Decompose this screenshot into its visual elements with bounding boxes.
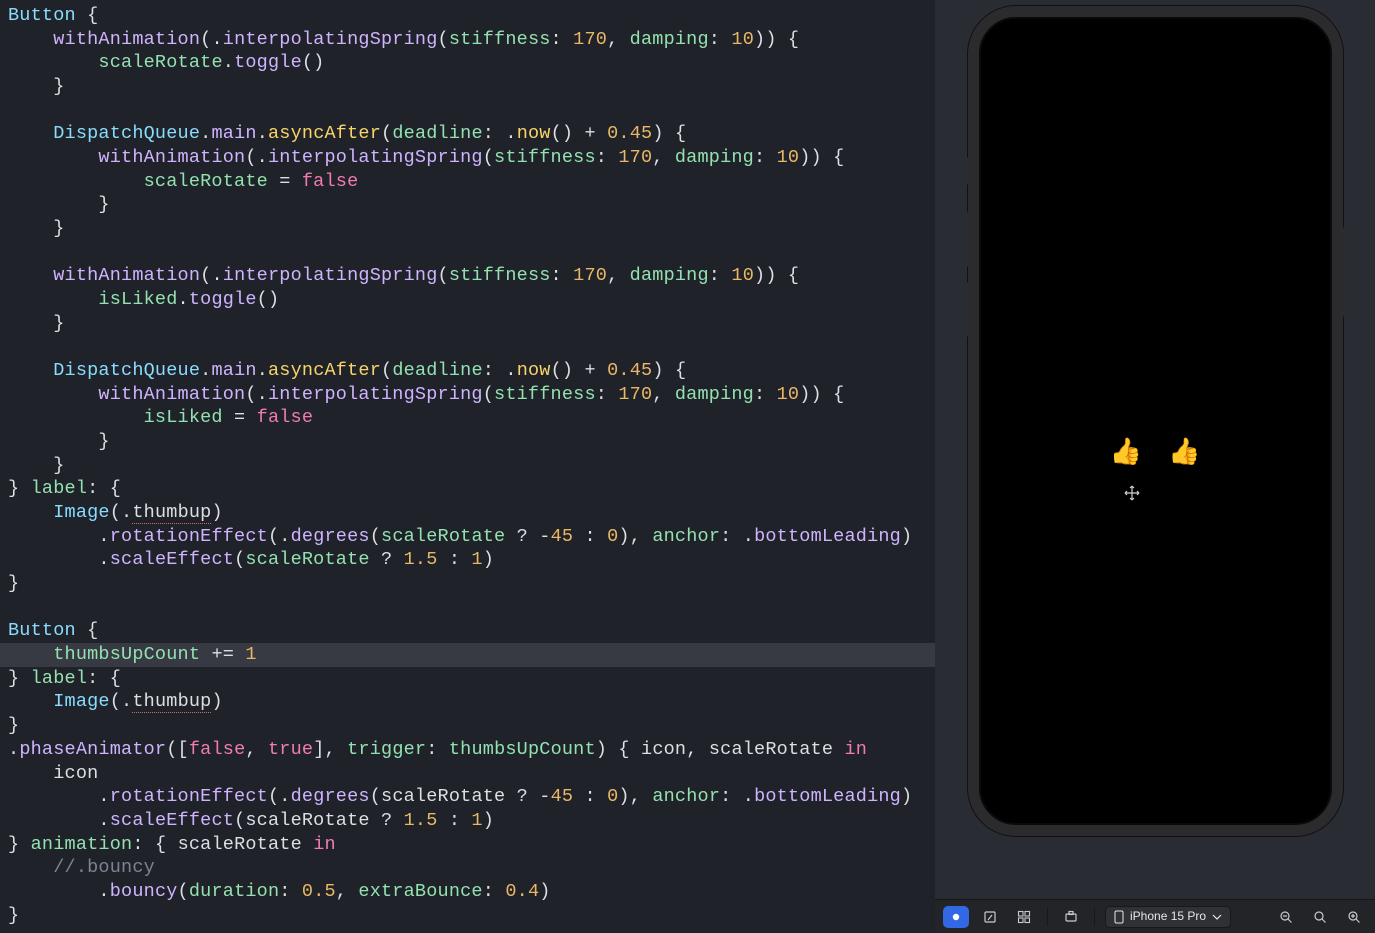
code-line: isLiked.toggle(): [8, 288, 927, 312]
thumbs-up-icon[interactable]: 👍: [1110, 437, 1142, 470]
thumbs-up-icon[interactable]: 👍: [1168, 437, 1200, 470]
code-line: [8, 335, 927, 359]
device-picker[interactable]: iPhone 15 Pro: [1105, 906, 1231, 928]
preview-toolbar: iPhone 15 Pro: [935, 899, 1375, 933]
code-line: } label: {: [8, 477, 927, 501]
zoom-in-button[interactable]: [1341, 906, 1367, 928]
code-line: }: [8, 217, 927, 241]
code-line: withAnimation(.interpolatingSpring(stiff…: [8, 28, 927, 52]
code-line: Button {: [8, 4, 927, 28]
code-line: }: [8, 714, 927, 738]
zoom-fit-button[interactable]: [1307, 906, 1333, 928]
code-line: .rotationEffect(.degrees(scaleRotate ? -…: [8, 525, 927, 549]
code-line: [8, 596, 927, 620]
device-settings-button[interactable]: [1058, 906, 1084, 928]
code-editor[interactable]: Button { withAnimation(.interpolatingSpr…: [0, 0, 935, 933]
code-line: isLiked = false: [8, 406, 927, 430]
code-line: DispatchQueue.main.asyncAfter(deadline: …: [8, 359, 927, 383]
separator: [1094, 908, 1095, 926]
code-line: }: [8, 904, 927, 928]
code-line: .rotationEffect(.degrees(scaleRotate ? -…: [8, 785, 927, 809]
code-line: icon: [8, 762, 927, 786]
code-line: withAnimation(.interpolatingSpring(stiff…: [8, 383, 927, 407]
preview-content: 👍 👍: [979, 437, 1332, 470]
code-line: }: [8, 454, 927, 478]
device-name-label: iPhone 15 Pro: [1130, 909, 1206, 924]
move-cursor-icon: [1124, 485, 1140, 501]
code-line: Image(.thumbup): [8, 501, 927, 525]
code-line: .scaleEffect(scaleRotate ? 1.5 : 1): [8, 548, 927, 572]
code-line: } animation: { scaleRotate in: [8, 833, 927, 857]
device-side-button: [965, 212, 968, 267]
code-line: Image(.thumbup): [8, 690, 927, 714]
code-line: [8, 241, 927, 265]
code-line: DispatchQueue.main.asyncAfter(deadline: …: [8, 122, 927, 146]
code-line: .bouncy(duration: 0.5, extraBounce: 0.4): [8, 880, 927, 904]
code-line: Button {: [8, 619, 927, 643]
code-line: }: [8, 75, 927, 99]
code-line: scaleRotate.toggle(): [8, 51, 927, 75]
code-line-current: thumbsUpCount += 1: [0, 643, 935, 667]
code-line: }: [8, 193, 927, 217]
zoom-out-button[interactable]: [1273, 906, 1299, 928]
preview-panel: 👍 👍: [935, 0, 1375, 933]
code-line: .scaleEffect(scaleRotate ? 1.5 : 1): [8, 809, 927, 833]
device-side-button: [965, 157, 968, 185]
live-preview-button[interactable]: [943, 906, 969, 928]
code-line: //.bouncy: [8, 856, 927, 880]
code-line: withAnimation(.interpolatingSpring(stiff…: [8, 146, 927, 170]
device-side-button: [1343, 227, 1346, 317]
code-line: [8, 99, 927, 123]
code-line: withAnimation(.interpolatingSpring(stiff…: [8, 264, 927, 288]
device-bezel: 👍 👍: [968, 6, 1343, 836]
code-line: }: [8, 430, 927, 454]
code-line: }: [8, 572, 927, 596]
variants-button[interactable]: [1011, 906, 1037, 928]
code-line: }: [8, 312, 927, 336]
selectable-mode-button[interactable]: [977, 906, 1003, 928]
separator: [1047, 908, 1048, 926]
device-side-button: [965, 282, 968, 337]
chevron-down-icon: [1212, 910, 1222, 924]
canvas[interactable]: 👍 👍: [935, 0, 1375, 899]
code-line: .phaseAnimator([false, true], trigger: t…: [8, 738, 927, 762]
code-line: } label: {: [8, 667, 927, 691]
code-line: scaleRotate = false: [8, 170, 927, 194]
